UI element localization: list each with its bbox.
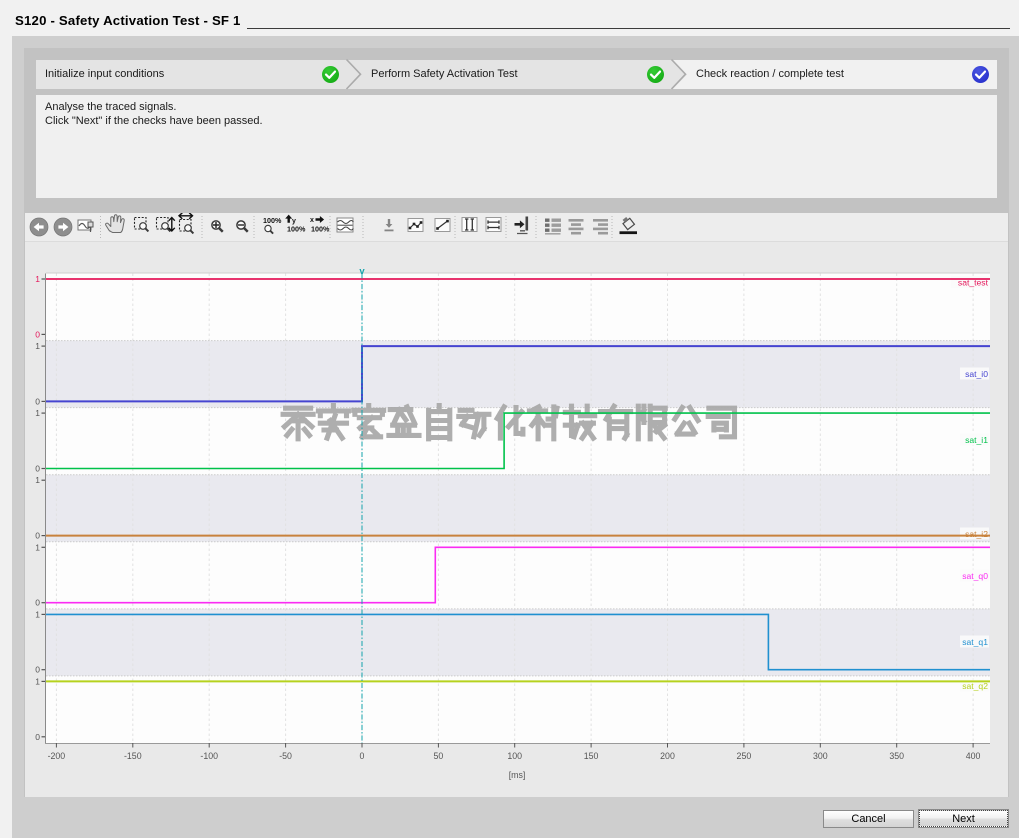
svg-text:sat_q0: sat_q0 <box>962 571 988 581</box>
svg-text:1: 1 <box>35 408 40 418</box>
svg-text:1: 1 <box>35 676 40 686</box>
svg-text:0: 0 <box>35 396 40 406</box>
svg-text:sat_i0: sat_i0 <box>965 369 988 379</box>
svg-text:100: 100 <box>507 751 522 761</box>
svg-text:sat_i2: sat_i2 <box>965 529 988 539</box>
svg-text:150: 150 <box>584 751 599 761</box>
svg-text:1: 1 <box>35 341 40 351</box>
svg-text:100%: 100% <box>311 225 330 234</box>
svg-text:-150: -150 <box>124 751 142 761</box>
svg-text:350: 350 <box>889 751 904 761</box>
svg-text:50: 50 <box>434 751 444 761</box>
svg-text:-50: -50 <box>279 751 292 761</box>
svg-text:100%: 100% <box>287 225 306 234</box>
svg-text:0: 0 <box>35 329 40 339</box>
svg-text:300: 300 <box>813 751 828 761</box>
svg-text:[ms]: [ms] <box>509 770 526 780</box>
svg-text:-100: -100 <box>200 751 218 761</box>
svg-text:v: v <box>359 266 365 277</box>
svg-text:250: 250 <box>737 751 752 761</box>
svg-text:400: 400 <box>966 751 981 761</box>
svg-text:-200: -200 <box>48 751 66 761</box>
svg-text:0: 0 <box>35 732 40 742</box>
svg-text:200: 200 <box>660 751 675 761</box>
svg-text:1: 1 <box>35 609 40 619</box>
svg-text:sat_q2: sat_q2 <box>962 681 988 691</box>
svg-text:1: 1 <box>35 542 40 552</box>
svg-text:0: 0 <box>360 751 365 761</box>
svg-text:sat_i1: sat_i1 <box>965 435 988 445</box>
svg-text:0: 0 <box>35 665 40 675</box>
svg-text:100%: 100% <box>263 216 282 225</box>
svg-text:0: 0 <box>35 464 40 474</box>
svg-text:1: 1 <box>35 475 40 485</box>
svg-text:0: 0 <box>35 531 40 541</box>
svg-text:sat_q1: sat_q1 <box>962 637 988 647</box>
svg-text:0: 0 <box>35 598 40 608</box>
svg-text:x: x <box>310 217 314 224</box>
svg-text:1: 1 <box>35 274 40 284</box>
